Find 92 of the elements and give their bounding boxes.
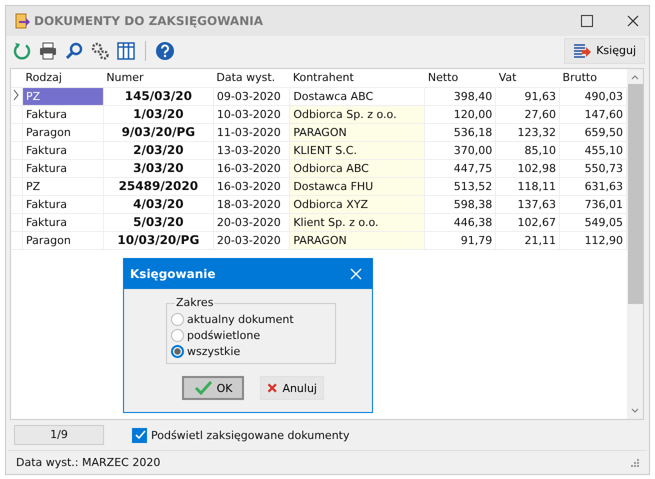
status-text: Data wyst.: MARZEC 2020 xyxy=(16,456,160,470)
table-cell: Dostawca ABC xyxy=(290,87,425,106)
table-cell: Faktura xyxy=(22,213,104,232)
table-cell: 123,32 xyxy=(496,123,560,142)
printer-icon[interactable] xyxy=(38,40,58,61)
column-header[interactable]: Netto xyxy=(424,68,496,88)
document-arrow-icon xyxy=(14,12,30,29)
gears-icon[interactable] xyxy=(90,40,110,61)
table-cell: Faktura xyxy=(22,141,104,160)
table-cell: 9/03/20/PG xyxy=(103,123,214,142)
table-cell: 137,63 xyxy=(496,195,560,214)
table-cell: 21,11 xyxy=(496,231,560,250)
table-cell: 145/03/20 xyxy=(103,87,214,106)
check-icon xyxy=(194,381,212,395)
radio-option[interactable]: podświetlone xyxy=(171,327,331,343)
table-cell: Dostawca FHU xyxy=(290,177,425,196)
table-cell: 91,63 xyxy=(496,87,560,106)
help-icon[interactable] xyxy=(155,40,175,61)
cross-icon xyxy=(267,381,278,395)
table-cell: Paragon xyxy=(22,231,104,250)
table-cell: 25489/2020 xyxy=(103,177,214,196)
ok-button[interactable]: OK xyxy=(182,376,244,400)
table-cell: PZ xyxy=(22,177,104,196)
table-cell: Klient Sp. z o.o. xyxy=(290,213,425,232)
table-cell: 85,10 xyxy=(496,141,560,160)
columns-icon[interactable] xyxy=(116,40,136,61)
table-cell: 16-03-2020 xyxy=(213,159,290,178)
table-cell: 27,60 xyxy=(496,105,560,124)
column-header[interactable]: Vat xyxy=(496,68,560,88)
column-header[interactable]: Data wyst. xyxy=(213,68,290,88)
list-arrow-icon xyxy=(573,42,592,59)
table-cell: KLIENT S.C. xyxy=(290,141,425,160)
table-cell: PARAGON xyxy=(290,231,425,250)
table-cell: 120,00 xyxy=(424,105,496,124)
table-cell: Faktura xyxy=(22,195,104,214)
cancel-button[interactable]: Anuluj xyxy=(260,376,324,400)
scroll-up-icon[interactable] xyxy=(631,74,640,80)
table-cell: 20-03-2020 xyxy=(213,231,290,250)
highlight-checkbox[interactable]: Podświetl zaksięgowane dokumenty xyxy=(132,428,350,443)
resize-grip-icon xyxy=(631,458,639,467)
table-cell: Odbiorca ABC xyxy=(290,159,425,178)
table-cell: 1/03/20 xyxy=(103,105,214,124)
check-icon xyxy=(134,429,146,442)
table-cell: 09-03-2020 xyxy=(213,87,290,106)
table-cell: 490,03 xyxy=(560,87,627,106)
table-cell: 13-03-2020 xyxy=(213,141,290,160)
current-row-icon xyxy=(13,88,19,101)
post-button[interactable]: Księguj xyxy=(564,38,645,64)
dialog-title: Księgowanie xyxy=(130,267,216,281)
window-title: DOKUMENTY DO ZAKSIĘGOWANIA xyxy=(34,14,263,28)
column-header[interactable]: Brutto xyxy=(560,68,627,88)
table-cell: Odbiorca XYZ xyxy=(290,195,425,214)
table-cell: 4/03/20 xyxy=(103,195,214,214)
column-header[interactable]: Kontrahent xyxy=(290,68,425,88)
table-cell: Faktura xyxy=(22,159,104,178)
close-icon[interactable] xyxy=(627,14,639,27)
table-cell: PARAGON xyxy=(290,123,425,142)
record-counter: 1/9 xyxy=(14,425,104,446)
table-cell: 536,18 xyxy=(424,123,496,142)
table-cell: 446,38 xyxy=(424,213,496,232)
table-cell: PZ xyxy=(22,87,104,106)
table-cell: 598,38 xyxy=(424,195,496,214)
scrollbar[interactable] xyxy=(627,68,643,420)
table-cell: 102,98 xyxy=(496,159,560,178)
table-cell: 370,00 xyxy=(424,141,496,160)
radio-option[interactable]: aktualny dokument xyxy=(171,311,331,327)
maximize-icon[interactable] xyxy=(581,14,593,27)
table-cell: Odbiorca Sp. z o.o. xyxy=(290,105,425,124)
table-cell: 398,40 xyxy=(424,87,496,106)
table-cell: 91,79 xyxy=(424,231,496,250)
table-cell: 11-03-2020 xyxy=(213,123,290,142)
table-cell: Paragon xyxy=(22,123,104,142)
table-cell: 447,75 xyxy=(424,159,496,178)
table-cell: 10-03-2020 xyxy=(213,105,290,124)
table-cell: 102,67 xyxy=(496,213,560,232)
group-label: Zakres xyxy=(175,296,214,309)
search-icon[interactable] xyxy=(64,40,84,61)
table-cell: 118,11 xyxy=(496,177,560,196)
table-cell: Faktura xyxy=(22,105,104,124)
table-cell: 18-03-2020 xyxy=(213,195,290,214)
table-cell: 10/03/20/PG xyxy=(103,231,214,250)
table-cell: 3/03/20 xyxy=(103,159,214,178)
table-cell: 20-03-2020 xyxy=(213,213,290,232)
column-header[interactable]: Rodzaj xyxy=(22,68,104,88)
table-cell: 513,52 xyxy=(424,177,496,196)
table-cell: 5/03/20 xyxy=(103,213,214,232)
table-cell: 16-03-2020 xyxy=(213,177,290,196)
refresh-icon[interactable] xyxy=(12,40,32,61)
table-cell: 2/03/20 xyxy=(103,141,214,160)
scroll-down-icon[interactable] xyxy=(631,408,640,414)
column-header[interactable]: Numer xyxy=(103,68,214,88)
radio-option[interactable]: wszystkie xyxy=(171,343,331,359)
